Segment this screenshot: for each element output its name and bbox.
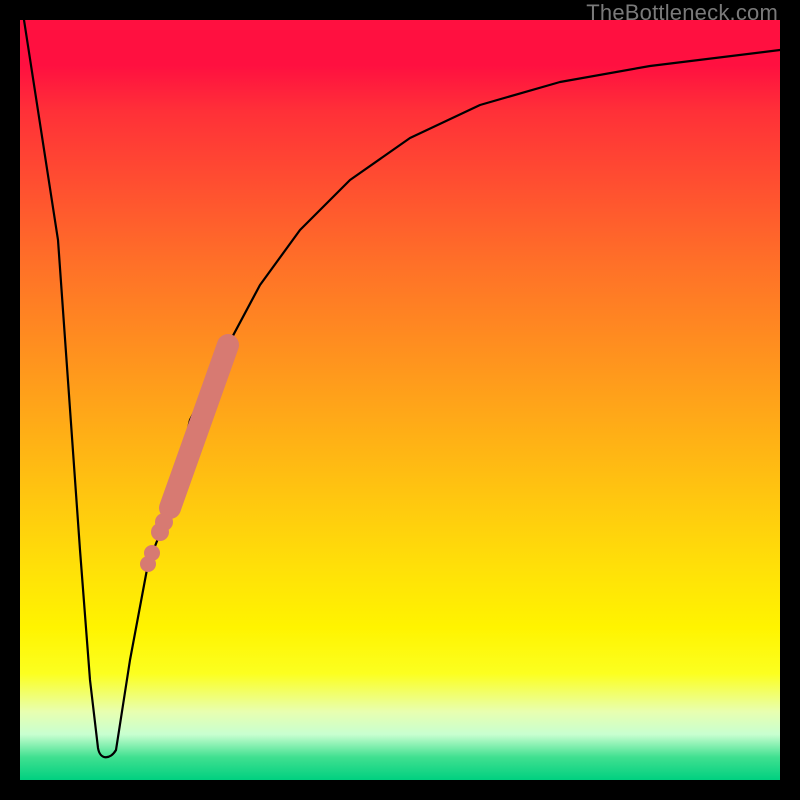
bottleneck-curve [24,20,780,757]
chart-svg [20,20,780,780]
marker-band [170,345,228,508]
chart-plot-area [20,20,780,780]
marker-dot [140,556,156,572]
watermark-text: TheBottleneck.com [586,0,778,26]
chart-frame: TheBottleneck.com [0,0,800,800]
marker-dot [155,513,173,531]
